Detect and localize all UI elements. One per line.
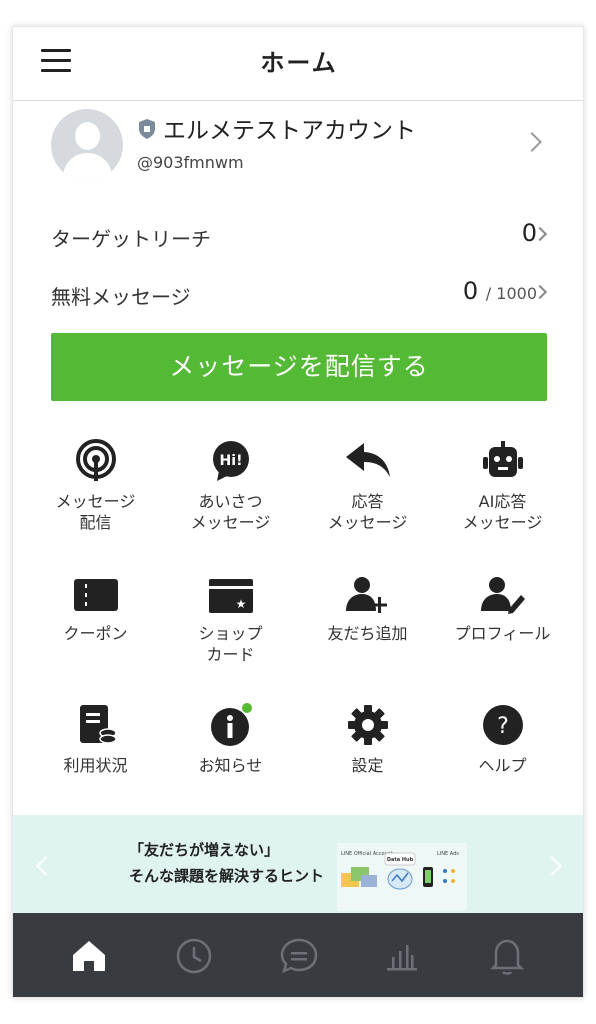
banner-line1: 「友だちが増えない」 <box>129 841 280 859</box>
menu-label: 設定 <box>351 756 384 775</box>
svg-text:Hi!: Hi! <box>219 453 242 469</box>
menu-auto-reply[interactable]: 応答 メッセージ <box>300 439 435 549</box>
header: ホーム <box>13 27 583 101</box>
menu-label: 利用状況 <box>63 756 128 775</box>
info-icon <box>210 703 252 746</box>
free-messages-value: 0 / 1000 <box>462 277 537 305</box>
send-message-button[interactable]: メッセージを配信する <box>51 333 547 401</box>
bottom-tab-bar <box>13 913 583 997</box>
banner-illustration: LINE Official Account Data Hub LINE Ads <box>337 843 467 911</box>
menu-label: ショップ カード <box>198 624 263 664</box>
menu-ai-reply[interactable]: AI応答 メッセージ <box>435 439 570 549</box>
app-frame: ホーム エルメテストアカウント @903fmnwm ターゲットリーチ 0 無料メ… <box>12 26 584 998</box>
banner-line2: そんな課題を解決するヒント <box>129 867 325 885</box>
shop-card-icon: ★ <box>208 579 253 613</box>
add-friend-icon <box>345 577 387 613</box>
menu-broadcast[interactable]: メッセージ 配信 <box>28 439 163 549</box>
menu-label: 友だち追加 <box>327 624 408 643</box>
reply-arrow-icon <box>345 443 390 477</box>
menu-settings[interactable]: 設定 <box>300 703 435 813</box>
account-id: @903fmnwm <box>137 153 244 172</box>
menu-greeting[interactable]: Hi! あいさつ メッセージ <box>163 439 298 549</box>
svg-text:?: ? <box>497 714 509 739</box>
free-messages-row[interactable]: 無料メッセージ 0 / 1000 <box>13 271 583 315</box>
menu-usage[interactable]: 利用状況 <box>28 703 163 813</box>
menu-shop-card[interactable]: ★ ショップ カード <box>163 575 298 685</box>
account-name: エルメテストアカウント <box>163 118 416 144</box>
clock-icon[interactable] <box>171 933 217 979</box>
target-reach-label: ターゲットリーチ <box>51 227 211 251</box>
menu-label: クーポン <box>63 624 128 643</box>
robot-icon <box>482 441 523 477</box>
svg-text:Data Hub: Data Hub <box>387 857 414 863</box>
greeting-bubble-icon: Hi! <box>212 441 249 481</box>
chevron-right-icon <box>522 132 542 152</box>
menu-label: お知らせ <box>198 756 263 775</box>
notification-dot <box>241 703 252 713</box>
coupon-icon <box>73 579 118 611</box>
account-card[interactable]: エルメテストアカウント @903fmnwm <box>13 105 583 195</box>
home-icon[interactable] <box>66 933 112 979</box>
chevron-left-icon[interactable] <box>36 856 56 876</box>
menu-notices[interactable]: お知らせ <box>163 703 298 813</box>
help-icon: ? <box>482 705 523 745</box>
chart-icon[interactable] <box>379 933 425 979</box>
menu-label: メッセージ 配信 <box>55 492 136 532</box>
svg-text:★: ★ <box>235 597 246 611</box>
usage-report-icon <box>79 705 117 744</box>
gear-icon <box>347 705 388 745</box>
menu-help[interactable]: ? ヘルプ <box>435 703 570 813</box>
menu-profile[interactable]: プロフィール <box>435 575 570 685</box>
free-messages-total: / 1000 <box>485 284 537 303</box>
shield-icon <box>139 119 155 139</box>
avatar <box>51 109 123 181</box>
page-title: ホーム <box>260 49 338 77</box>
menu-label: AI応答 メッセージ <box>462 492 543 532</box>
chevron-right-icon[interactable] <box>542 856 562 876</box>
bell-icon[interactable] <box>484 933 530 979</box>
menu-coupon[interactable]: クーポン <box>28 575 163 685</box>
svg-text:LINE Ads: LINE Ads <box>437 851 459 857</box>
free-messages-label: 無料メッセージ <box>51 285 191 309</box>
broadcast-icon <box>75 439 116 481</box>
profile-edit-icon <box>480 577 525 614</box>
menu-label: ヘルプ <box>478 756 527 775</box>
chat-icon[interactable] <box>276 933 322 979</box>
menu-label: プロフィール <box>454 624 551 643</box>
hint-banner[interactable]: 「友だちが増えない」 そんな課題を解決するヒント LINE Official A… <box>13 815 583 913</box>
target-reach-row[interactable]: ターゲットリーチ 0 <box>13 213 583 257</box>
menu-label: あいさつ メッセージ <box>190 492 271 532</box>
menu-add-friend[interactable]: 友だち追加 <box>300 575 435 685</box>
menu-label: 応答 メッセージ <box>327 492 408 532</box>
